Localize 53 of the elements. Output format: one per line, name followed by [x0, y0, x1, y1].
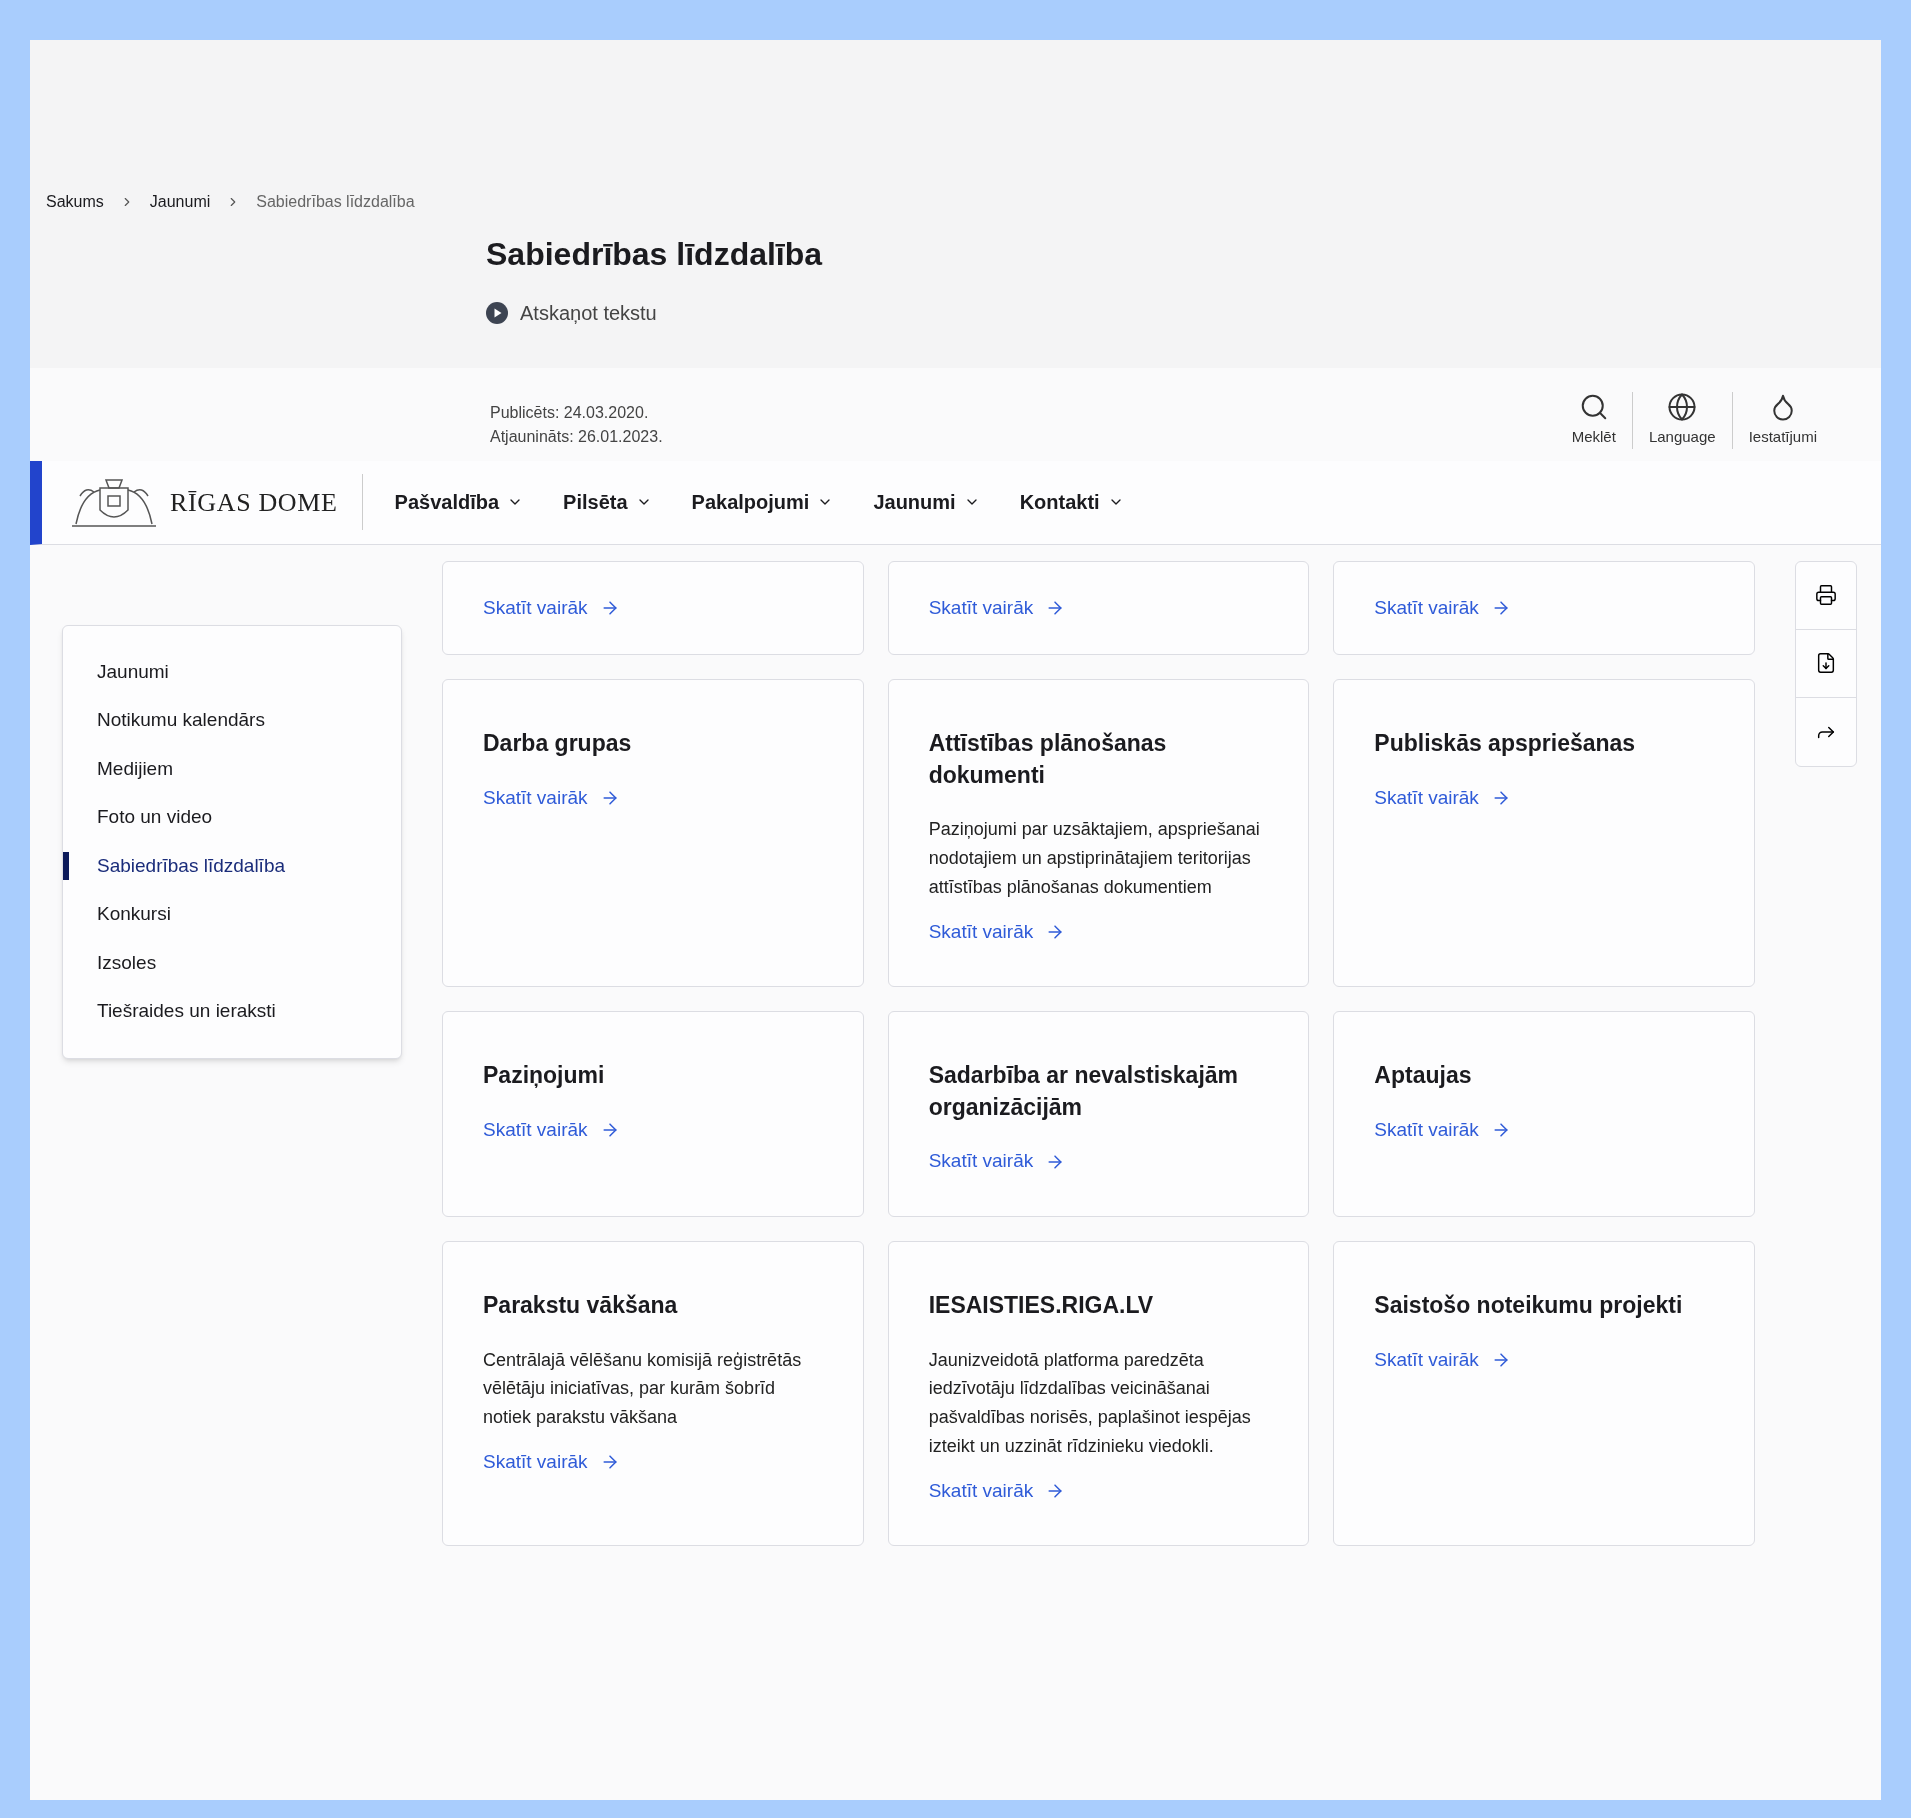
- sidebar-item[interactable]: Tiešraides un ieraksti: [63, 997, 401, 1026]
- nav-menu-item[interactable]: Jaunumi: [873, 487, 980, 517]
- card-title: Paziņojumi: [483, 1061, 606, 1091]
- utility-button[interactable]: Iestatījumi: [1731, 392, 1833, 449]
- play-text-button[interactable]: Atskaņot tekstu: [486, 298, 657, 328]
- see-more-link[interactable]: Skatīt vairāk: [483, 1115, 620, 1145]
- sidebar-item[interactable]: Sabiedrības līdzdalība: [63, 851, 401, 880]
- nav-menu-item[interactable]: Pakalpojumi: [691, 487, 834, 517]
- see-more-link[interactable]: Skatīt vairāk: [483, 1447, 620, 1477]
- card-title: IESAISTIES.RIGA.LV: [928, 1290, 1155, 1320]
- card-title: Saistošo noteikumu projekti: [1374, 1290, 1684, 1320]
- card-title: Parakstu vākšana: [483, 1290, 679, 1320]
- sidebar-item[interactable]: Foto un video: [63, 803, 401, 832]
- page-title: Sabiedrības līdzdalība: [486, 235, 824, 274]
- see-more-link[interactable]: Skatīt vairāk: [928, 1476, 1066, 1506]
- see-more-link[interactable]: Skatīt vairāk: [1374, 593, 1511, 622]
- card-description: Paziņojumi par uzsāktajiem, apspriešanai nodotajiem un apstiprinātajiem teritorijas attīstības plānošanas dokumentiem: [928, 818, 1261, 899]
- see-more-link[interactable]: Skatīt vairāk: [1374, 1345, 1511, 1374]
- card-description: Jaunizveidotā platforma paredzēta iedzīvotāju līdzdalības veicināšanai pašvaldības norisēs, paplašinot iespējas izteikt un uzzināt rīdzinieku viedokli.: [928, 1348, 1252, 1458]
- sidebar-item[interactable]: Izsoles: [63, 948, 401, 977]
- see-more-link[interactable]: Skatīt vairāk: [1374, 1115, 1511, 1145]
- utility-button[interactable]: Meklēt: [1555, 392, 1632, 449]
- utility-button[interactable]: Language: [1631, 392, 1732, 449]
- breadcrumb-link[interactable]: Sakums: [46, 190, 104, 214]
- see-more-link[interactable]: Skatīt vairāk: [483, 783, 620, 813]
- date-text: Publicēts: 24.03.2020.: [490, 402, 650, 423]
- printer-icon: [1815, 584, 1837, 606]
- card-title: Aptaujas: [1374, 1061, 1473, 1091]
- card-title: Darba grupas: [483, 729, 633, 758]
- nav-menu-item[interactable]: Pilsēta: [563, 487, 652, 517]
- site-logo[interactable]: RĪGAS DOME: [66, 474, 363, 530]
- sidebar-item[interactable]: Konkursi: [63, 900, 401, 929]
- date-text: Atjaunināts: 26.01.2023.: [490, 426, 663, 447]
- sidebar-item[interactable]: Notikumu kalendārs: [63, 706, 401, 735]
- see-more-link[interactable]: Skatīt vairāk: [928, 917, 1066, 947]
- see-more-link[interactable]: Skatīt vairāk: [1374, 783, 1511, 813]
- globe-icon: [1667, 392, 1698, 422]
- see-more-link[interactable]: Skatīt vairāk: [483, 593, 620, 622]
- see-more-link[interactable]: Skatīt vairāk: [928, 593, 1066, 622]
- current-page-crumb: Sabiedrības līdzdalība: [256, 192, 415, 212]
- see-more-link[interactable]: Skatīt vairāk: [928, 1147, 1066, 1176]
- file-download-icon: [1815, 652, 1837, 674]
- card-description: Centrālajā vēlēšanu komisijā reģistrētās vēlētāju iniciatīvas, par kurām šobrīd notiek parakstu vākšana: [483, 1348, 803, 1430]
- card-title: Attīstības plānošanas dokumenti: [928, 729, 1168, 790]
- nav-menu-item[interactable]: Kontakti: [1019, 487, 1124, 517]
- breadcrumb-link[interactable]: Jaunumi: [149, 190, 211, 214]
- logo-text: RĪGAS DOME: [170, 486, 338, 519]
- card-title: Sadarbība ar nevalstiskajām organizācijām: [928, 1061, 1240, 1122]
- sidebar-item[interactable]: Medijiem: [63, 754, 401, 783]
- play-icon: [486, 302, 508, 324]
- nav-menu-item[interactable]: Pašvaldība: [394, 487, 524, 517]
- card-title: Publiskās apspriešanas: [1374, 729, 1637, 758]
- sidebar-item[interactable]: Jaunumi: [63, 657, 401, 686]
